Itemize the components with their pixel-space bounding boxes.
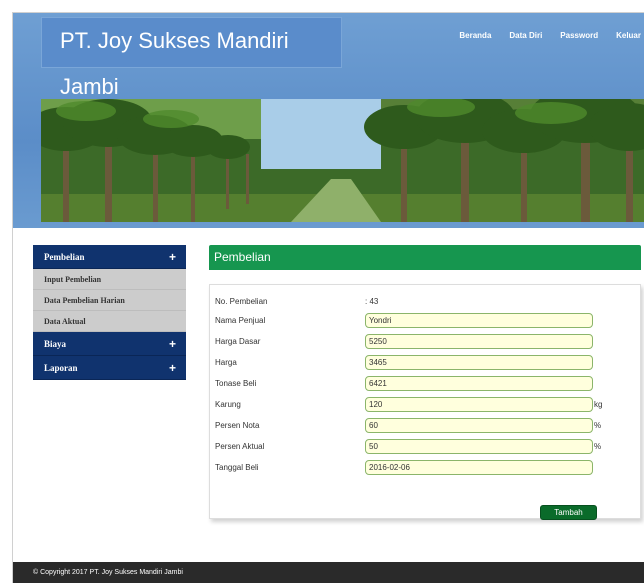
persen-aktual-input[interactable] xyxy=(365,438,593,454)
persen-nota-input[interactable] xyxy=(365,417,593,433)
field-label: Persen Nota xyxy=(215,420,260,430)
nav-password[interactable]: Password xyxy=(560,31,598,40)
section-title: Pembelian xyxy=(209,245,641,270)
sidebar-group-label: Pembelian xyxy=(44,251,85,262)
top-nav: Beranda Data Diri Password Keluar xyxy=(459,31,644,40)
field-label: Harga Dasar xyxy=(215,336,261,346)
form-row-nama-penjual: Nama Penjual xyxy=(215,312,593,328)
brand-title[interactable]: PT. Joy Sukses Mandiri Jambi xyxy=(41,17,342,99)
harga-dasar-input[interactable] xyxy=(365,333,593,349)
field-label: No. Pembelian xyxy=(215,296,268,306)
tonase-beli-input[interactable] xyxy=(365,375,593,391)
field-label: Tanggal Beli xyxy=(215,462,259,472)
pembelian-form: No. Pembelian : 43 Nama Penjual Harga Da… xyxy=(209,284,641,520)
plus-icon[interactable]: + xyxy=(169,361,176,375)
sidebar-menu: Pembelian + Input Pembelian Data Pembeli… xyxy=(33,245,186,380)
field-label: Nama Penjual xyxy=(215,315,266,325)
nav-beranda[interactable]: Beranda xyxy=(459,31,491,40)
unit-label: % xyxy=(594,420,602,430)
banner-image xyxy=(41,99,644,222)
sidebar-item-input-pembelian[interactable]: Input Pembelian xyxy=(33,269,186,290)
sidebar-group-pembelian[interactable]: Pembelian + xyxy=(33,245,186,269)
site-footer: © Copyright 2017 PT. Joy Sukses Mandiri … xyxy=(13,562,644,583)
site-header: PT. Joy Sukses Mandiri Jambi Beranda Dat… xyxy=(13,13,644,228)
tambah-button[interactable]: Tambah xyxy=(540,505,597,520)
harga-input[interactable] xyxy=(365,354,593,370)
unit-label: kg xyxy=(594,399,603,409)
page-frame: PT. Joy Sukses Mandiri Jambi Beranda Dat… xyxy=(12,12,644,583)
form-row-harga-dasar: Harga Dasar xyxy=(215,333,593,349)
nama-penjual-input[interactable] xyxy=(365,312,593,328)
field-label: Persen Aktual xyxy=(215,441,265,451)
sidebar-item-data-pembelian-harian[interactable]: Data Pembelian Harian xyxy=(33,290,186,311)
form-row-persen-aktual: Persen Aktual % xyxy=(215,438,601,454)
sidebar-group-label: Laporan xyxy=(44,362,78,373)
field-label: Harga xyxy=(215,357,237,367)
unit-label: % xyxy=(594,441,602,451)
form-row-karung: Karung kg xyxy=(215,396,602,412)
plus-icon[interactable]: + xyxy=(169,250,176,264)
sidebar-item-data-aktual[interactable]: Data Aktual xyxy=(33,311,186,332)
nav-keluar[interactable]: Keluar xyxy=(616,31,641,40)
field-label: Tonase Beli xyxy=(215,378,257,388)
sidebar-group-label: Biaya xyxy=(44,338,67,349)
no-pembelian-value: : 43 xyxy=(365,296,379,306)
plus-icon[interactable]: + xyxy=(169,337,176,351)
form-row-tanggal-beli: Tanggal Beli xyxy=(215,459,593,475)
form-row-harga: Harga xyxy=(215,354,593,370)
sidebar-group-laporan[interactable]: Laporan + xyxy=(33,356,186,380)
nav-data-diri[interactable]: Data Diri xyxy=(509,31,542,40)
field-label: Karung xyxy=(215,399,241,409)
karung-input[interactable] xyxy=(365,396,593,412)
form-row-persen-nota: Persen Nota % xyxy=(215,417,601,433)
sidebar-group-biaya[interactable]: Biaya + xyxy=(33,332,186,356)
palm-plantation-illustration xyxy=(41,99,644,222)
tanggal-beli-input[interactable] xyxy=(365,459,593,475)
form-row-tonase-beli: Tonase Beli xyxy=(215,375,593,391)
form-row-no-pembelian: No. Pembelian : 43 xyxy=(215,293,378,309)
